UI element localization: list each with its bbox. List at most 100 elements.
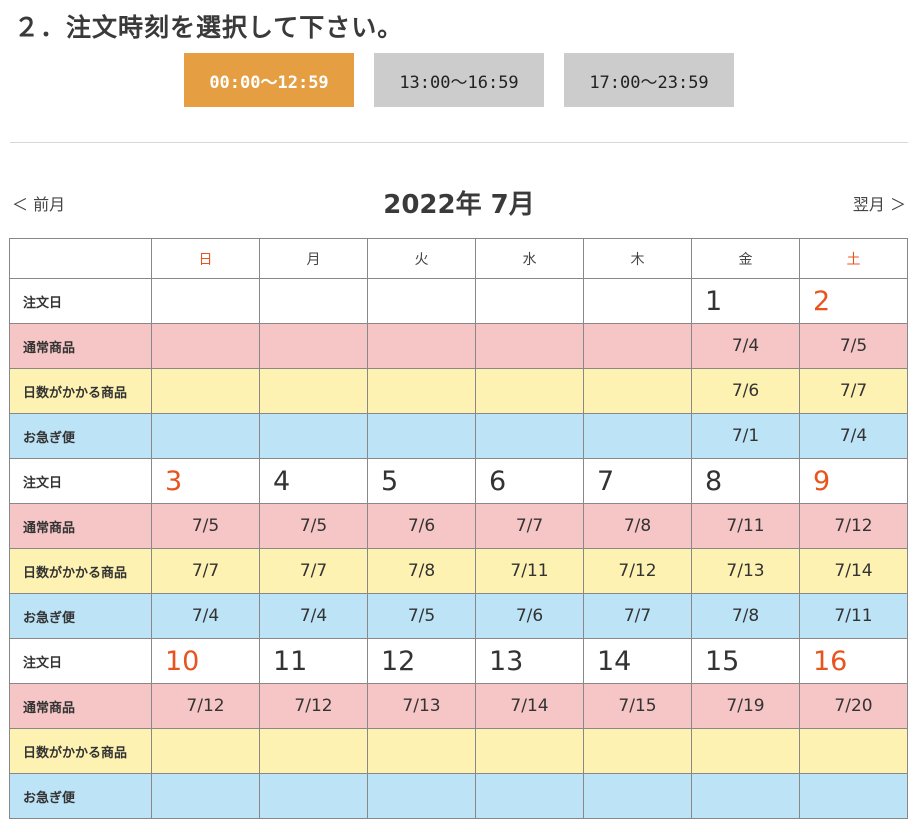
day-number-cell[interactable]: 15	[691, 638, 800, 684]
row-label-slow: 日数がかかる商品	[9, 548, 152, 594]
normal-item-row: 通常商品 7/4 7/5	[9, 323, 908, 369]
delivery-date-cell: 7/7	[475, 503, 584, 549]
order-date-row: 注文日 10 11 12 13 14 15 16	[9, 638, 908, 684]
day-number-cell[interactable]: 1	[691, 278, 800, 324]
weekday-tue: 火	[367, 238, 476, 279]
day-number-cell[interactable]: 4	[259, 458, 368, 504]
rush-delivery-row: お急ぎ便	[9, 773, 908, 819]
day-number-cell[interactable]: 10	[151, 638, 260, 684]
slow-item-row: 日数がかかる商品	[9, 728, 908, 774]
day-number-cell	[583, 278, 692, 324]
delivery-date-cell: 7/7	[799, 368, 908, 414]
row-label-order: 注文日	[9, 458, 152, 504]
delivery-date-cell	[475, 413, 584, 459]
slow-item-row: 日数がかかる商品 7/7 7/7 7/8 7/11 7/12 7/13 7/14	[9, 548, 908, 594]
delivery-date-cell	[151, 368, 260, 414]
row-label-normal: 通常商品	[9, 503, 152, 549]
delivery-date-cell: 7/12	[583, 548, 692, 594]
day-number-cell[interactable]: 11	[259, 638, 368, 684]
weekday-wed: 水	[475, 238, 584, 279]
weekday-sat: 土	[799, 238, 908, 279]
day-number-cell[interactable]: 13	[475, 638, 584, 684]
delivery-date-cell: 7/5	[367, 593, 476, 639]
delivery-date-cell: 7/4	[151, 593, 260, 639]
delivery-date-cell	[799, 728, 908, 774]
weekday-mon: 月	[259, 238, 368, 279]
delivery-date-cell: 7/15	[583, 683, 692, 729]
day-number-cell[interactable]: 6	[475, 458, 584, 504]
day-number-cell	[367, 278, 476, 324]
delivery-date-cell	[367, 413, 476, 459]
delivery-date-cell	[583, 773, 692, 819]
delivery-date-cell	[475, 323, 584, 369]
step-heading: ２．注文時刻を選択して下さい。	[14, 13, 404, 42]
delivery-date-cell	[583, 368, 692, 414]
delivery-date-cell: 7/1	[691, 413, 800, 459]
delivery-date-cell	[367, 368, 476, 414]
delivery-date-cell	[583, 413, 692, 459]
delivery-date-cell: 7/11	[475, 548, 584, 594]
next-month-link[interactable]: 翌月 ＞	[853, 191, 906, 215]
delivery-date-cell: 7/4	[691, 323, 800, 369]
delivery-date-cell	[583, 323, 692, 369]
time-slot-morning-button[interactable]: 00:00〜12:59	[184, 53, 354, 107]
divider	[10, 142, 908, 143]
weekday-header-row: 日 月 火 水 木 金 土	[9, 238, 908, 279]
weekday-fri: 金	[691, 238, 800, 279]
delivery-date-cell: 7/12	[259, 683, 368, 729]
delivery-date-cell: 7/5	[799, 323, 908, 369]
order-date-row: 注文日 1 2	[9, 278, 908, 324]
delivery-date-cell	[691, 773, 800, 819]
delivery-date-cell	[259, 773, 368, 819]
day-number-cell[interactable]: 8	[691, 458, 800, 504]
row-label-rush: お急ぎ便	[9, 593, 152, 639]
delivery-date-cell	[259, 323, 368, 369]
delivery-date-cell: 7/8	[367, 548, 476, 594]
day-number-cell[interactable]: 2	[799, 278, 908, 324]
delivery-date-cell	[151, 773, 260, 819]
delivery-date-cell	[799, 773, 908, 819]
delivery-date-cell: 7/14	[475, 683, 584, 729]
day-number-cell	[151, 278, 260, 324]
day-number-cell[interactable]: 3	[151, 458, 260, 504]
time-slot-afternoon-button[interactable]: 13:00〜16:59	[374, 53, 544, 107]
day-number-cell[interactable]: 12	[367, 638, 476, 684]
row-label-slow: 日数がかかる商品	[9, 368, 152, 414]
delivery-date-cell: 7/19	[691, 683, 800, 729]
header-corner	[9, 238, 152, 279]
delivery-date-cell	[259, 728, 368, 774]
delivery-date-cell: 7/8	[691, 593, 800, 639]
delivery-date-cell: 7/6	[691, 368, 800, 414]
row-label-order: 注文日	[9, 638, 152, 684]
delivery-date-cell: 7/12	[151, 683, 260, 729]
day-number-cell[interactable]: 14	[583, 638, 692, 684]
delivery-date-cell: 7/7	[583, 593, 692, 639]
delivery-date-cell: 7/8	[583, 503, 692, 549]
day-number-cell[interactable]: 7	[583, 458, 692, 504]
normal-item-row: 通常商品 7/12 7/12 7/13 7/14 7/15 7/19 7/20	[9, 683, 908, 729]
delivery-date-cell: 7/4	[259, 593, 368, 639]
day-number-cell[interactable]: 16	[799, 638, 908, 684]
slow-item-row: 日数がかかる商品 7/6 7/7	[9, 368, 908, 414]
delivery-date-cell: 7/5	[259, 503, 368, 549]
time-slot-evening-button[interactable]: 17:00〜23:59	[564, 53, 734, 107]
delivery-date-cell: 7/5	[151, 503, 260, 549]
day-number-cell	[259, 278, 368, 324]
row-label-normal: 通常商品	[9, 683, 152, 729]
day-number-cell[interactable]: 5	[367, 458, 476, 504]
row-label-rush: お急ぎ便	[9, 413, 152, 459]
delivery-date-cell: 7/20	[799, 683, 908, 729]
delivery-date-cell	[151, 413, 260, 459]
normal-item-row: 通常商品 7/5 7/5 7/6 7/7 7/8 7/11 7/12	[9, 503, 908, 549]
day-number-cell[interactable]: 9	[799, 458, 908, 504]
delivery-date-cell	[367, 323, 476, 369]
delivery-date-cell	[475, 368, 584, 414]
rush-delivery-row: お急ぎ便 7/4 7/4 7/5 7/6 7/7 7/8 7/11	[9, 593, 908, 639]
delivery-date-cell: 7/6	[475, 593, 584, 639]
day-number-cell	[475, 278, 584, 324]
delivery-date-cell: 7/12	[799, 503, 908, 549]
weekday-sun: 日	[151, 238, 260, 279]
delivery-date-cell: 7/7	[259, 548, 368, 594]
delivery-date-cell: 7/13	[367, 683, 476, 729]
delivery-date-cell	[151, 323, 260, 369]
